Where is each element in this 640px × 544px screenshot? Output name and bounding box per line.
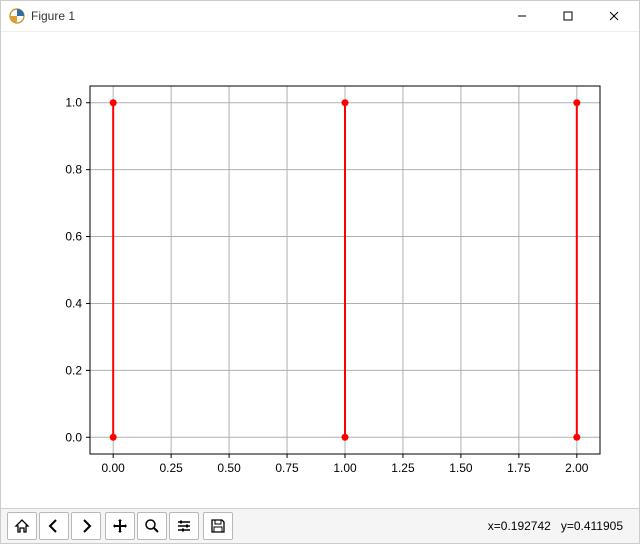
toolbar: x=0.192742 y=0.411905 — [1, 508, 639, 543]
pan-button[interactable] — [105, 512, 135, 540]
stem-series — [110, 99, 581, 441]
home-button[interactable] — [7, 512, 37, 540]
close-icon — [609, 11, 619, 21]
plot-area[interactable]: 0.00 0.25 0.50 0.75 1.00 1.25 1.50 1.75 2.00 0.0 0… — [1, 32, 639, 508]
xtick-label: 0.50 — [217, 461, 241, 475]
xtick-label: 2.00 — [565, 461, 589, 475]
maximize-icon — [563, 11, 573, 21]
titlebar-left: Figure 1 — [9, 8, 75, 24]
titlebar: Figure 1 — [1, 1, 639, 32]
back-button[interactable] — [39, 512, 69, 540]
zoom-icon — [144, 518, 160, 534]
arrow-left-icon — [46, 518, 62, 534]
save-icon — [210, 518, 226, 534]
figure-window: Figure 1 0.00 0.25 0.50 0.75 1.00 1.25 1.50 1.7… — [0, 0, 640, 544]
coord-readout: x=0.192742 y=0.411905 — [488, 519, 633, 533]
plot-canvas: 0.00 0.25 0.50 0.75 1.00 1.25 1.50 1.75 2.00 0.0 0… — [10, 36, 630, 504]
pan-icon — [112, 518, 128, 534]
window-controls — [499, 1, 637, 31]
home-icon — [14, 518, 30, 534]
minimize-button[interactable] — [499, 1, 545, 31]
xtick-label: 0.00 — [102, 461, 126, 475]
ytick-label: 0.4 — [65, 296, 82, 310]
ytick-label: 1.0 — [65, 96, 82, 110]
ytick-label: 0.6 — [65, 230, 82, 244]
app-icon — [9, 8, 25, 24]
arrow-right-icon — [78, 518, 94, 534]
ticks: 0.00 0.25 0.50 0.75 1.00 1.25 1.50 1.75 2.00 0.0 0… — [65, 96, 589, 475]
toolbar-group-nav — [7, 512, 101, 540]
minimize-icon — [517, 11, 527, 21]
zoom-button[interactable] — [137, 512, 167, 540]
xtick-label: 1.75 — [507, 461, 531, 475]
xtick-label: 1.50 — [449, 461, 473, 475]
maximize-button[interactable] — [545, 1, 591, 31]
ytick-label: 0.0 — [65, 430, 82, 444]
toolbar-group-save — [203, 512, 233, 540]
sliders-icon — [176, 518, 192, 534]
save-button[interactable] — [203, 512, 233, 540]
xtick-label: 0.25 — [159, 461, 183, 475]
ytick-label: 0.8 — [65, 163, 82, 177]
configure-button[interactable] — [169, 512, 199, 540]
close-button[interactable] — [591, 1, 637, 31]
xtick-label: 0.75 — [275, 461, 299, 475]
forward-button[interactable] — [71, 512, 101, 540]
toolbar-group-view — [105, 512, 199, 540]
xtick-label: 1.00 — [333, 461, 357, 475]
window-title: Figure 1 — [31, 9, 75, 23]
xtick-label: 1.25 — [391, 461, 415, 475]
ytick-label: 0.2 — [65, 363, 82, 377]
